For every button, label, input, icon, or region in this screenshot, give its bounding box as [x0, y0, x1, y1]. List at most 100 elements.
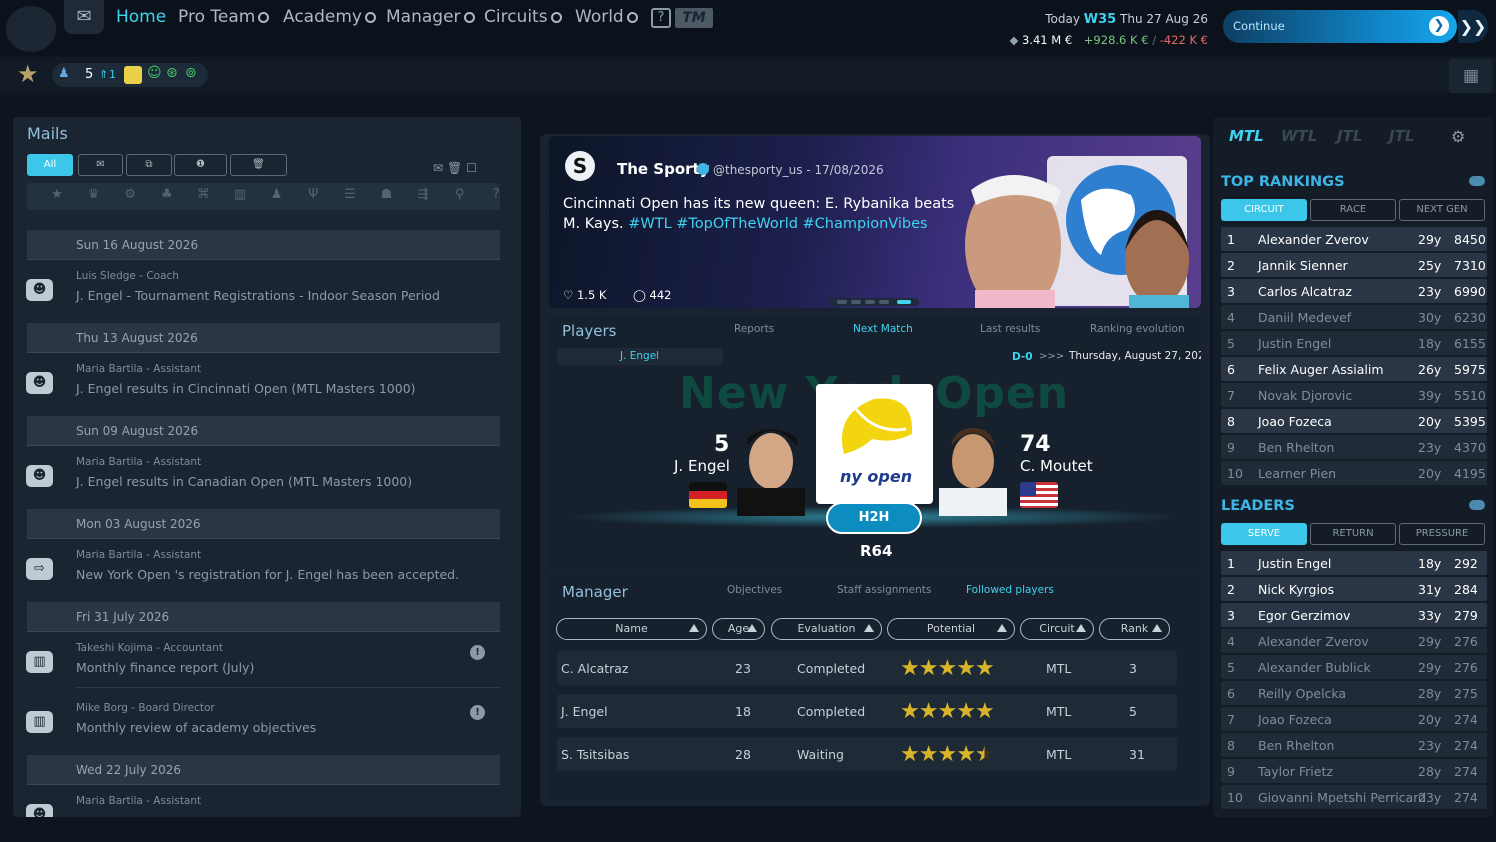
calendar-icon[interactable]: ▦: [1449, 59, 1493, 93]
tab-ranking-evolution[interactable]: Ranking evolution: [1090, 323, 1185, 335]
leaders-row[interactable]: 8 Ben Rhelton 23y 274: [1221, 733, 1487, 757]
tab-objectives[interactable]: Objectives: [727, 584, 782, 596]
settings-gear-icon[interactable]: ⚙: [1451, 127, 1465, 146]
mail-sender[interactable]: Maria Bartila - Assistant: [76, 549, 201, 561]
tab-reports[interactable]: Reports: [734, 323, 774, 335]
mail-sender[interactable]: Luis Sledge - Coach: [76, 270, 179, 282]
rankings-tab-circuit[interactable]: CIRCUIT: [1221, 199, 1307, 221]
nav-manager[interactable]: Manager: [386, 7, 475, 27]
mail-subject[interactable]: J. Engel results in Cincinnati Open (MTL…: [76, 381, 416, 396]
sort-age-header[interactable]: Age: [712, 618, 765, 640]
nav-world[interactable]: World: [575, 7, 638, 27]
mail-tab-4[interactable]: 🗑: [230, 154, 287, 176]
game-logo[interactable]: [6, 6, 56, 52]
news-tweet[interactable]: S The Sporty @thesporty_us - 17/08/2026 …: [549, 136, 1201, 308]
rankings-row[interactable]: 4 Daniil Medevef 30y 6230: [1221, 305, 1487, 329]
carousel-dots[interactable]: [829, 298, 919, 306]
category-filter-icon[interactable]: ♣: [157, 187, 177, 206]
tm-logo[interactable]: TM: [675, 8, 713, 28]
category-filter-icon[interactable]: ♟: [267, 187, 287, 206]
leaders-row[interactable]: 7 Joao Fozeca 20y 274: [1221, 707, 1487, 731]
nav-circuits[interactable]: Circuits: [484, 7, 562, 27]
category-filter-icon[interactable]: ⇶: [413, 187, 433, 206]
category-filter-icon[interactable]: ▥: [230, 187, 250, 206]
leaders-row[interactable]: 9 Taylor Frietz 28y 274: [1221, 759, 1487, 783]
category-filter-icon[interactable]: ☗: [376, 187, 396, 206]
mail-tab-0[interactable]: All: [27, 154, 73, 176]
rankings-tab-race[interactable]: RACE: [1310, 199, 1396, 221]
rankings-row[interactable]: 10 Learner Pien 20y 4195: [1221, 461, 1487, 485]
tab-last-results[interactable]: Last results: [980, 323, 1040, 335]
tour-jtl-boys[interactable]: JTL: [1337, 127, 1362, 145]
sort-potential-header[interactable]: Potential: [887, 618, 1015, 640]
tab-followed-players[interactable]: Followed players: [966, 584, 1054, 596]
tab-next-match[interactable]: Next Match: [853, 323, 913, 335]
tour-jtl-girls[interactable]: JTL: [1389, 127, 1414, 145]
sort-evaluation-header[interactable]: Evaluation: [771, 618, 882, 640]
nav-academy[interactable]: Academy: [283, 7, 376, 27]
rankings-row[interactable]: 2 Jannik Sienner 25y 7310: [1221, 253, 1487, 277]
nav-pro-team[interactable]: Pro Team: [178, 7, 270, 27]
leaders-tab-pressure[interactable]: PRESSURE: [1399, 523, 1485, 545]
tab-staff-assignments[interactable]: Staff assignments: [837, 584, 931, 596]
leaders-row[interactable]: 2 Nick Kyrgios 31y 284: [1221, 577, 1487, 601]
mail-subject[interactable]: J. Engel results in Canadian Open (MTL M…: [76, 474, 412, 489]
mail-tab-3[interactable]: ❶: [174, 154, 227, 176]
mail-subject[interactable]: Monthly review of academy objectives: [76, 720, 316, 735]
rankings-row[interactable]: 5 Justin Engel 18y 6155: [1221, 331, 1487, 355]
category-filter-icon[interactable]: ☰: [340, 187, 360, 206]
mail-sender[interactable]: Maria Bartila - Assistant: [76, 795, 201, 807]
tournament-logo[interactable]: ny open: [816, 384, 933, 504]
mail-actions[interactable]: ✉🗑☐: [433, 161, 481, 175]
leaders-tab-serve[interactable]: SERVE: [1221, 523, 1307, 545]
category-filter-icon[interactable]: ⌘: [193, 187, 213, 206]
player-select[interactable]: J. Engel: [557, 348, 723, 365]
leaders-row[interactable]: 1 Justin Engel 18y 292: [1221, 551, 1487, 575]
followed-player-row[interactable]: J. Engel 18 Completed MTL 5 ★★★★★: [557, 694, 1177, 728]
category-filter-icon[interactable]: ★: [47, 187, 67, 206]
rankings-row[interactable]: 3 Carlos Alcatraz 23y 6990: [1221, 279, 1487, 303]
rankings-tab-next-gen[interactable]: NEXT GEN: [1399, 199, 1485, 221]
sort-rank-header[interactable]: Rank: [1099, 618, 1170, 640]
nav-home[interactable]: Home: [116, 7, 166, 27]
skip-forward-button[interactable]: ❯❯: [1458, 10, 1488, 43]
likes[interactable]: ♡ 1.5 K: [563, 288, 606, 302]
mail-tab-1[interactable]: ✉: [78, 154, 123, 176]
leaders-tab-return[interactable]: RETURN: [1310, 523, 1396, 545]
mail-subject[interactable]: New York Open 's registration for J. Eng…: [76, 567, 459, 582]
help-icon[interactable]: ?: [651, 8, 671, 28]
mail-sender[interactable]: Maria Bartila - Assistant: [76, 456, 201, 468]
tour-wtl[interactable]: WTL: [1281, 127, 1317, 145]
followed-player-row[interactable]: S. Tsitsibas 28 Waiting MTL 31 ★★★★★: [557, 737, 1177, 771]
rankings-row[interactable]: 8 Joao Fozeca 20y 5395: [1221, 409, 1487, 433]
mail-icon[interactable]: ✉: [64, 0, 104, 34]
category-filter-icon[interactable]: ♛: [84, 187, 104, 206]
leaders-toggle[interactable]: [1469, 500, 1485, 510]
leaders-row[interactable]: 5 Alexander Bublick 29y 276: [1221, 655, 1487, 679]
rankings-row[interactable]: 7 Novak Djorovic 39y 5510: [1221, 383, 1487, 407]
sort-name-header[interactable]: Name: [556, 618, 707, 640]
followed-player-row[interactable]: C. Alcatraz 23 Completed MTL 3 ★★★★★: [557, 651, 1177, 685]
mail-sender[interactable]: Mike Borg - Board Director: [76, 702, 215, 714]
leaders-row[interactable]: 10 Giovanni Mpetshi Perricard 23y 274: [1221, 785, 1487, 809]
leaders-row[interactable]: 3 Egor Gerzimov 33y 279: [1221, 603, 1487, 627]
rankings-toggle[interactable]: [1469, 176, 1485, 186]
rankings-row[interactable]: 1 Alexander Zverov 29y 8450: [1221, 227, 1487, 251]
mail-subject[interactable]: Monthly finance report (July): [76, 660, 254, 675]
category-filter-icon[interactable]: ⚲: [450, 187, 470, 206]
leaders-row[interactable]: 6 Reilly Opelcka 28y 275: [1221, 681, 1487, 705]
category-filter-icon[interactable]: ?: [486, 187, 506, 206]
category-filter-icon[interactable]: Ψ: [303, 187, 323, 206]
mail-tab-2[interactable]: ⧉: [126, 154, 172, 176]
h2h-button[interactable]: H2H: [826, 502, 922, 534]
sort-circuit-header[interactable]: Circuit: [1020, 618, 1094, 640]
favorite-star-icon[interactable]: ★: [17, 60, 39, 88]
category-filter-icon[interactable]: ⚙: [120, 187, 140, 206]
rankings-row[interactable]: 6 Felix Auger Assialim 26y 5975: [1221, 357, 1487, 381]
comments[interactable]: ◯ 442: [633, 288, 671, 302]
rankings-row[interactable]: 9 Ben Rhelton 23y 4370: [1221, 435, 1487, 459]
mail-subject[interactable]: J. Engel - Tournament Registrations - In…: [76, 288, 440, 303]
leaders-row[interactable]: 4 Alexander Zverov 29y 276: [1221, 629, 1487, 653]
mail-sender[interactable]: Maria Bartila - Assistant: [76, 363, 201, 375]
mail-sender[interactable]: Takeshi Kojima - Accountant: [76, 642, 223, 654]
